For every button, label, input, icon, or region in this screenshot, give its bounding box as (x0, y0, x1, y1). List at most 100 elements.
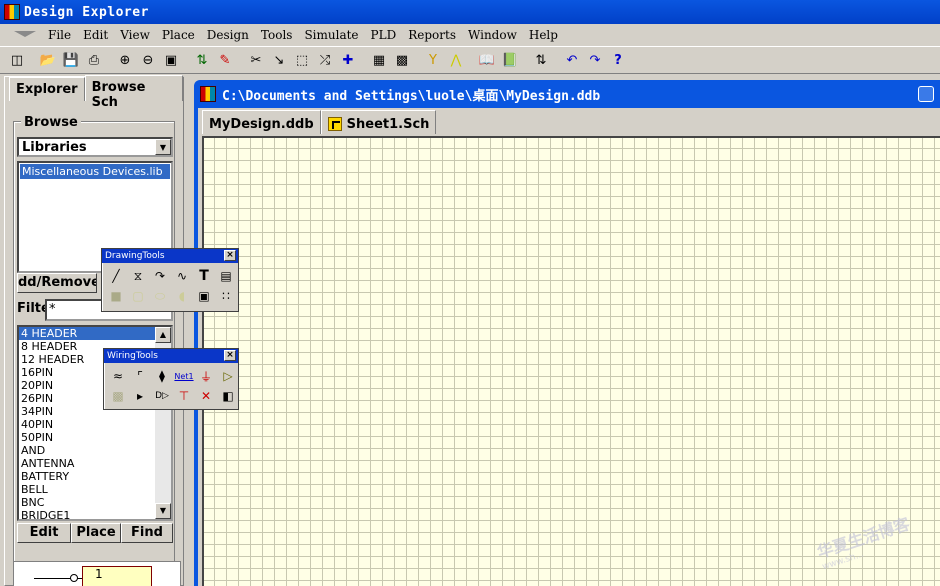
panel-tabs: Explorer Browse Sch (9, 75, 183, 110)
power-port-icon[interactable]: ⏚ (195, 366, 217, 386)
list-item[interactable]: 4 HEADER (19, 327, 155, 340)
list-item[interactable]: BNC (19, 496, 171, 509)
lib-icon[interactable]: ▦ (368, 49, 390, 71)
list-item[interactable]: 40PIN (19, 418, 171, 431)
print-icon[interactable]: ⎙ (83, 49, 105, 71)
tab-browse-sch[interactable]: Browse Sch (84, 75, 183, 110)
title-bar: Design Explorer (0, 0, 940, 24)
menu-pld[interactable]: PLD (365, 28, 403, 42)
wire-icon[interactable]: ≈ (107, 366, 129, 386)
menu-reports[interactable]: Reports (402, 28, 462, 42)
list-item[interactable]: ANTENNA (19, 457, 171, 470)
menu-tools[interactable]: Tools (255, 28, 299, 42)
bezier-icon[interactable]: ∿ (171, 266, 193, 286)
tab-sheet1-sch[interactable]: Sheet1.Sch (320, 110, 437, 134)
design-manager-icon[interactable]: ◫ (6, 49, 28, 71)
menu-window[interactable]: Window (462, 28, 523, 42)
bus-icon[interactable]: ⌜ (129, 366, 151, 386)
mask-icon[interactable]: ⇅ (530, 49, 552, 71)
drawing-tools-title-text: DrawingTools (105, 251, 165, 261)
close-icon[interactable]: × (224, 350, 236, 361)
wire-icon[interactable]: ⋀ (445, 49, 467, 71)
arc-icon[interactable]: ↷ (149, 266, 171, 286)
move-icon[interactable]: ⤮ (314, 49, 336, 71)
cut-icon[interactable]: ✂ (245, 49, 267, 71)
help-icon[interactable]: ? (607, 49, 629, 71)
library-select[interactable]: Libraries ▼ (17, 137, 173, 157)
list-item[interactable]: BELL (19, 483, 171, 496)
save-icon[interactable]: 💾 (60, 49, 82, 71)
menu-design[interactable]: Design (201, 28, 255, 42)
document-icon (200, 86, 216, 102)
edit-button[interactable]: Edit (17, 523, 71, 543)
menu-edit[interactable]: Edit (77, 28, 114, 42)
pie-icon[interactable]: ◖ (171, 286, 193, 306)
schematic-sheet[interactable] (202, 136, 940, 586)
line-icon[interactable]: ╱ (105, 266, 127, 286)
add-remove-button[interactable]: dd/Remove (17, 273, 97, 293)
undo-icon[interactable]: ↶ (561, 49, 583, 71)
menu-place[interactable]: Place (156, 28, 201, 42)
probe-icon[interactable]: Y (422, 49, 444, 71)
text-icon[interactable]: T (193, 266, 215, 286)
find-button[interactable]: Find (121, 523, 173, 543)
place-button[interactable]: Place (71, 523, 121, 543)
preview-part-body: 1 (82, 566, 152, 586)
close-icon[interactable]: × (224, 250, 236, 261)
open-icon[interactable]: 📂 (37, 49, 59, 71)
port-icon[interactable]: D▷ (151, 386, 173, 406)
document-title-bar: C:\Documents and Settings\luole\桌面\MyDes… (194, 80, 940, 108)
menu-simulate[interactable]: Simulate (298, 28, 364, 42)
preview-pin-circle (70, 574, 78, 582)
redo-icon[interactable]: ↷ (584, 49, 606, 71)
part-icon[interactable]: ▷ (217, 366, 239, 386)
design-manager-panel: Explorer Browse Sch Browse Libraries ▼ M… (4, 75, 184, 586)
list-item[interactable]: AND (19, 444, 171, 457)
net-label-icon[interactable]: Net1 (173, 366, 195, 386)
rounded-rect-icon[interactable]: ▢ (127, 286, 149, 306)
polygon-icon[interactable]: ⧖ (127, 266, 149, 286)
book2-icon[interactable]: 📗 (499, 49, 521, 71)
select-icon[interactable]: ⬚ (291, 49, 313, 71)
paste-icon[interactable]: ↘ (268, 49, 290, 71)
cross-icon[interactable]: ✚ (337, 49, 359, 71)
hierarchy-icon[interactable]: ⇅ (191, 49, 213, 71)
ellipse-icon[interactable]: ⬭ (149, 286, 171, 306)
design-explorer-window: Design Explorer File Edit View Place Des… (0, 0, 940, 586)
zoom-fit-icon[interactable]: ▣ (160, 49, 182, 71)
menu-arrow-icon[interactable] (14, 28, 36, 42)
chevron-down-icon[interactable]: ▼ (155, 139, 171, 155)
wiring-tools-title[interactable]: WiringTools × (104, 349, 238, 363)
bus-entry-icon[interactable]: ⧫ (151, 366, 173, 386)
scroll-down-icon[interactable]: ▼ (155, 503, 171, 519)
scroll-up-icon[interactable]: ▲ (155, 327, 171, 343)
menu-help[interactable]: Help (523, 28, 564, 42)
tab-explorer[interactable]: Explorer (9, 77, 85, 101)
rectangle-icon[interactable]: ■ (105, 286, 127, 306)
book-icon[interactable]: 📖 (476, 49, 498, 71)
graphic-icon[interactable]: ▣ (193, 286, 215, 306)
list-item[interactable]: 50PIN (19, 431, 171, 444)
maximize-icon[interactable] (918, 86, 934, 102)
sheet-symbol-icon[interactable]: ▩ (107, 386, 129, 406)
drawing-tools-title[interactable]: DrawingTools × (102, 249, 238, 263)
zoom-in-icon[interactable]: ⊕ (114, 49, 136, 71)
list-item[interactable]: BRIDGE1 (19, 509, 171, 519)
library-item[interactable]: Miscellaneous Devices.lib (20, 164, 170, 179)
zoom-out-icon[interactable]: ⊖ (137, 49, 159, 71)
menu-file[interactable]: File (42, 28, 77, 42)
tab-sheet1-label: Sheet1.Sch (346, 116, 430, 132)
sheet-entry-icon[interactable]: ▸ (129, 386, 151, 406)
tab-mydesign-ddb[interactable]: MyDesign.ddb (202, 110, 321, 134)
app-title: Design Explorer (24, 4, 149, 20)
list-item[interactable]: BATTERY (19, 470, 171, 483)
pcb-layout-icon[interactable]: ◧ (217, 386, 239, 406)
pencil-icon[interactable]: ✎ (214, 49, 236, 71)
document-title: C:\Documents and Settings\luole\桌面\MyDes… (222, 88, 601, 104)
junction-icon[interactable]: ⊤ (173, 386, 195, 406)
menu-view[interactable]: View (114, 28, 156, 42)
place-part-icon[interactable]: ▩ (391, 49, 413, 71)
no-erc-icon[interactable]: ✕ (195, 386, 217, 406)
textframe-icon[interactable]: ▤ (215, 266, 237, 286)
array-icon[interactable]: ∷ (215, 286, 237, 306)
